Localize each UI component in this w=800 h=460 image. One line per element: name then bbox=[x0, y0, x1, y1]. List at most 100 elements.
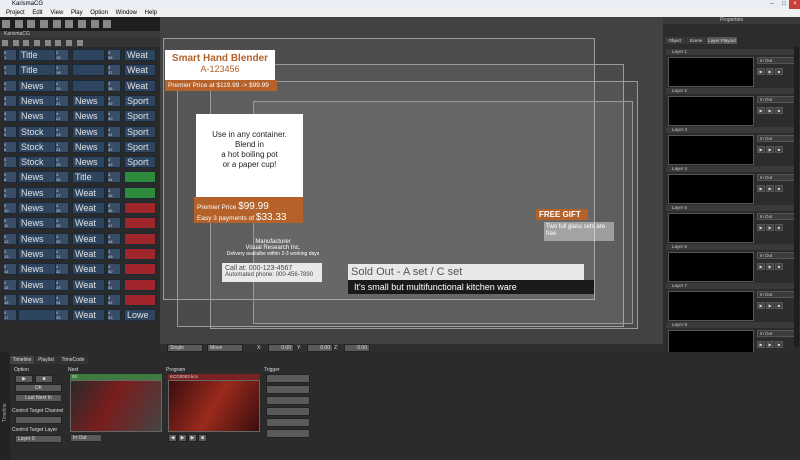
grid-tool-icon[interactable] bbox=[76, 40, 83, 46]
layer-next-icon[interactable]: ▶ bbox=[766, 68, 774, 75]
grid-cell[interactable] bbox=[124, 202, 156, 214]
layer-preview[interactable] bbox=[668, 252, 754, 282]
layer-preview[interactable] bbox=[668, 57, 754, 87]
menu-project[interactable]: Project bbox=[6, 9, 25, 17]
grid-cell[interactable]: Weat bbox=[72, 186, 105, 199]
open-icon[interactable] bbox=[14, 20, 23, 28]
grid-cell[interactable]: Stock bbox=[18, 156, 60, 169]
new-icon[interactable] bbox=[2, 20, 10, 28]
menu-edit[interactable]: Edit bbox=[32, 9, 42, 17]
mode-select[interactable]: Single bbox=[167, 344, 203, 352]
grid-cell[interactable]: News bbox=[18, 278, 60, 291]
grid-cell[interactable]: Title bbox=[18, 49, 60, 61]
trigger-slot[interactable] bbox=[266, 396, 310, 405]
grid-cell[interactable]: News bbox=[72, 94, 105, 107]
grid-cell[interactable]: Weat bbox=[72, 278, 105, 291]
properties-scrollbar[interactable] bbox=[794, 47, 799, 347]
tagline-banner[interactable]: It's small but multifunctional kitchen w… bbox=[348, 280, 594, 294]
layer-header[interactable]: Layer 3 bbox=[666, 127, 798, 133]
layer-header[interactable]: Layer 7 bbox=[666, 283, 798, 289]
grid-cell[interactable]: Weat bbox=[72, 263, 105, 276]
grid-cell[interactable]: News bbox=[18, 202, 60, 214]
trigger-slot[interactable] bbox=[266, 374, 310, 383]
grid-cell[interactable]: Sport bbox=[124, 140, 156, 153]
grid-tool-icon[interactable] bbox=[34, 40, 41, 46]
layer-preview[interactable] bbox=[668, 291, 754, 321]
grid-cell[interactable] bbox=[124, 232, 156, 245]
control-layer-select[interactable]: Layer 0 bbox=[15, 435, 62, 443]
prev-icon[interactable]: ◀ bbox=[168, 434, 177, 442]
z-field[interactable]: 0.00 bbox=[344, 344, 370, 352]
grid-tool-icon[interactable] bbox=[55, 40, 62, 46]
grid-cell[interactable] bbox=[72, 64, 105, 77]
grid-cell[interactable]: Stock bbox=[18, 125, 60, 138]
grid-cell[interactable]: Sport bbox=[124, 125, 156, 138]
grid-cell[interactable] bbox=[124, 247, 156, 260]
grid-cell[interactable]: Weat bbox=[72, 202, 105, 214]
layer-stop-icon[interactable]: ■ bbox=[775, 224, 783, 231]
layer-next-icon[interactable]: ▶ bbox=[766, 185, 774, 192]
layer-play-icon[interactable]: ▶ bbox=[757, 224, 765, 231]
layer-preview[interactable] bbox=[668, 213, 754, 243]
control-channel-select[interactable] bbox=[15, 416, 62, 424]
layer-header[interactable]: Layer 8 bbox=[666, 322, 798, 328]
trigger-slot[interactable] bbox=[266, 429, 310, 438]
layer-next-icon[interactable]: ▶ bbox=[766, 341, 774, 348]
layer-stop-icon[interactable]: ■ bbox=[775, 185, 783, 192]
canvas-area[interactable]: Smart Hand Blender A-123456 Premier Pric… bbox=[160, 17, 663, 344]
layer-header[interactable]: Layer 6 bbox=[666, 244, 798, 250]
grid-cell[interactable]: News bbox=[72, 125, 105, 138]
next-inout-select[interactable]: In Out bbox=[70, 434, 102, 442]
close-icon[interactable]: × bbox=[789, 0, 800, 9]
layer-next-icon[interactable]: ▶ bbox=[766, 146, 774, 153]
play-icon[interactable]: ▶ bbox=[178, 434, 187, 442]
paste-icon[interactable] bbox=[65, 20, 74, 28]
grid-cell[interactable]: News bbox=[18, 247, 60, 260]
grid-cell[interactable]: News bbox=[18, 171, 60, 184]
layer-stop-icon[interactable]: ■ bbox=[775, 68, 783, 75]
grid-cell[interactable] bbox=[124, 217, 156, 230]
layer-stop-icon[interactable]: ■ bbox=[775, 341, 783, 348]
copy-icon[interactable] bbox=[52, 20, 61, 28]
grid-cell[interactable]: Weat bbox=[124, 49, 156, 61]
grid-cell[interactable]: Sport bbox=[124, 110, 156, 123]
layer-mode-select[interactable]: In Out bbox=[757, 135, 797, 142]
tab-timecode[interactable]: TimeCode bbox=[58, 356, 88, 364]
panel-tab[interactable]: KarismaCG bbox=[0, 31, 160, 38]
layer-play-icon[interactable]: ▶ bbox=[757, 68, 765, 75]
menu-view[interactable]: View bbox=[50, 9, 63, 17]
menu-help[interactable]: Help bbox=[145, 9, 157, 17]
grid-cell[interactable]: Sport bbox=[124, 94, 156, 107]
layer-mode-select[interactable]: In Out bbox=[757, 291, 797, 298]
grid-tool-icon[interactable] bbox=[23, 40, 30, 46]
sold-out-banner[interactable]: Sold Out - A set / C set bbox=[348, 264, 584, 280]
menu-play[interactable]: Play bbox=[71, 9, 83, 17]
redo-icon[interactable] bbox=[103, 20, 112, 28]
grid-cell[interactable] bbox=[124, 263, 156, 276]
grid-cell[interactable] bbox=[124, 171, 156, 184]
play-button[interactable]: ▶ bbox=[15, 375, 33, 383]
grid-cell[interactable]: News bbox=[72, 140, 105, 153]
timeline-side-tab[interactable]: Timeline bbox=[0, 352, 10, 460]
next-icon[interactable]: ▶ bbox=[188, 434, 197, 442]
layer-header[interactable]: Layer 4 bbox=[666, 166, 798, 172]
next-preview[interactable] bbox=[70, 380, 162, 432]
layer-next-icon[interactable]: ▶ bbox=[766, 224, 774, 231]
layer-play-icon[interactable]: ▶ bbox=[757, 341, 765, 348]
grid-cell[interactable]: News bbox=[18, 79, 60, 92]
layer-stop-icon[interactable]: ■ bbox=[775, 146, 783, 153]
layer-stop-icon[interactable]: ■ bbox=[775, 302, 783, 309]
layer-play-icon[interactable]: ▶ bbox=[757, 146, 765, 153]
menu-window[interactable]: Window bbox=[116, 9, 137, 17]
grid-cell[interactable]: News bbox=[18, 293, 60, 306]
grid-tool-icon[interactable] bbox=[2, 40, 8, 46]
cut-icon[interactable] bbox=[40, 20, 49, 28]
layer-play-icon[interactable]: ▶ bbox=[757, 263, 765, 270]
layer-mode-select[interactable]: In Out bbox=[757, 96, 797, 103]
grid-cell[interactable]: News bbox=[72, 156, 105, 169]
layer-header[interactable]: Layer 1 bbox=[666, 49, 798, 55]
grid-cell[interactable] bbox=[124, 293, 156, 306]
layer-preview[interactable] bbox=[668, 174, 754, 204]
manufacturer-block[interactable]: Manufacturer Visual Research Inc. Delive… bbox=[218, 239, 328, 261]
trigger-slot[interactable] bbox=[266, 418, 310, 427]
